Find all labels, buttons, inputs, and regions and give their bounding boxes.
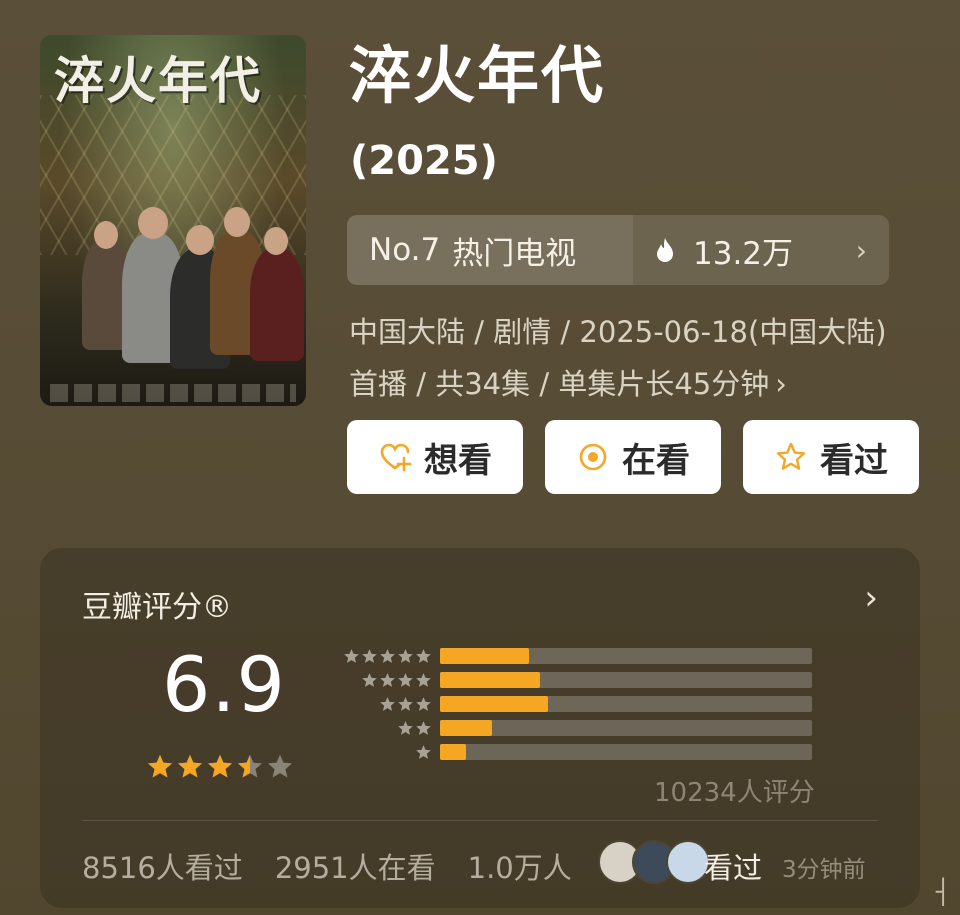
rank-pill[interactable]: No.7 热门电视 13.2万 › <box>347 215 889 285</box>
rating-score: 6.9 <box>162 640 286 729</box>
rating-stars <box>146 753 294 781</box>
star-filled-icon <box>237 754 263 778</box>
star-filled-icon <box>207 754 233 778</box>
star-outline-icon <box>776 442 806 470</box>
watching-count[interactable]: 2951人在看 <box>275 845 436 887</box>
distribution-row <box>336 692 812 716</box>
release-year: (2025) <box>350 138 498 184</box>
distribution-bar <box>440 648 530 664</box>
distribution-stars <box>336 696 432 713</box>
action-bar: 想看 在看 看过 <box>347 420 919 494</box>
heart-plus-icon <box>380 443 412 472</box>
distribution-bar-track <box>440 744 812 760</box>
corner-mark: ┤ <box>936 878 951 906</box>
distribution-row <box>336 716 812 740</box>
poster-figure-head <box>264 227 288 255</box>
distribution-stars <box>336 720 432 737</box>
star-icon <box>380 696 395 711</box>
distribution-bar-track <box>440 720 812 736</box>
distribution-stars <box>336 744 432 761</box>
divider <box>82 820 878 821</box>
poster-figure <box>250 249 304 361</box>
rank-category: 热门电视 <box>452 235 577 272</box>
poster-title: 淬火年代 <box>54 51 262 110</box>
star-filled-icon <box>177 754 203 778</box>
poster-figure-head <box>138 207 168 239</box>
rating-distribution <box>336 644 812 764</box>
want-to-watch-button[interactable]: 想看 <box>347 420 523 494</box>
meta-text: 中国大陆 / 剧情 / 2025-06-18(中国大陆)首播 / 共34集 / … <box>349 315 887 401</box>
recent-action: 看过 <box>704 851 763 885</box>
star-icon <box>380 672 395 687</box>
rating-title: 豆瓣评分® <box>82 590 232 625</box>
star-icon <box>398 720 413 735</box>
watched-button[interactable]: 看过 <box>743 420 919 494</box>
watched-count[interactable]: 8516人看过 <box>82 845 243 887</box>
star-icon <box>362 648 377 663</box>
star-icon <box>416 672 431 687</box>
poster-figure-head <box>224 207 250 237</box>
distribution-bar-track <box>440 648 812 664</box>
star-filled-icon <box>147 754 173 778</box>
distribution-row <box>336 644 812 668</box>
rating-count: 10234人评分 <box>654 778 815 808</box>
distribution-bar <box>440 720 493 736</box>
want-to-watch-label: 想看 <box>424 440 492 481</box>
want-count[interactable]: 1.0万人 <box>468 845 572 887</box>
poster-figure-head <box>94 221 118 249</box>
star-icon <box>398 648 413 663</box>
chevron-right-icon: › <box>775 367 787 401</box>
distribution-row <box>336 668 812 692</box>
distribution-stars <box>336 648 432 665</box>
chevron-right-icon[interactable]: › <box>864 578 878 618</box>
poster-credits <box>50 384 296 402</box>
star-icon <box>398 696 413 711</box>
watching-label: 在看 <box>622 440 690 481</box>
distribution-bar-track <box>440 672 812 688</box>
movie-meta[interactable]: 中国大陆 / 剧情 / 2025-06-18(中国大陆)首播 / 共34集 / … <box>349 306 897 410</box>
flame-icon <box>657 238 673 262</box>
star-icon <box>416 648 431 663</box>
distribution-bar <box>440 672 541 688</box>
heat-indicator[interactable]: 13.2万 › <box>633 215 889 285</box>
star-icon <box>416 744 431 759</box>
target-circle-icon <box>579 443 607 471</box>
heat-value: 13.2万 <box>693 235 794 272</box>
star-icon <box>416 720 431 735</box>
star-icon <box>380 648 395 663</box>
poster-image[interactable]: 淬火年代 <box>40 35 306 406</box>
watching-button[interactable]: 在看 <box>545 420 721 494</box>
distribution-bar-track <box>440 696 812 712</box>
star-empty-icon <box>267 754 293 778</box>
poster-figure-head <box>186 225 214 255</box>
recent-time: 3分钟前 <box>782 857 866 883</box>
chevron-right-icon: › <box>855 233 867 267</box>
star-icon <box>416 696 431 711</box>
star-icon <box>344 648 359 663</box>
watched-label: 看过 <box>820 440 888 481</box>
star-icon <box>362 672 377 687</box>
rank-label[interactable]: No.7 热门电视 <box>347 215 633 285</box>
friend-avatars[interactable] <box>598 840 710 884</box>
star-icon <box>398 672 413 687</box>
distribution-row <box>336 740 812 764</box>
distribution-bar <box>440 744 467 760</box>
distribution-stars <box>336 672 432 689</box>
distribution-bar <box>440 696 548 712</box>
rating-card[interactable]: 豆瓣评分® › 6.9 10234人评分 8516人看过 2951人在看 1.0… <box>40 548 920 908</box>
rank-position: No.7 <box>369 232 441 268</box>
page-title: 淬火年代 <box>349 39 606 112</box>
viewer-stats: 8516人看过 2951人在看 1.0万人 <box>82 845 604 887</box>
